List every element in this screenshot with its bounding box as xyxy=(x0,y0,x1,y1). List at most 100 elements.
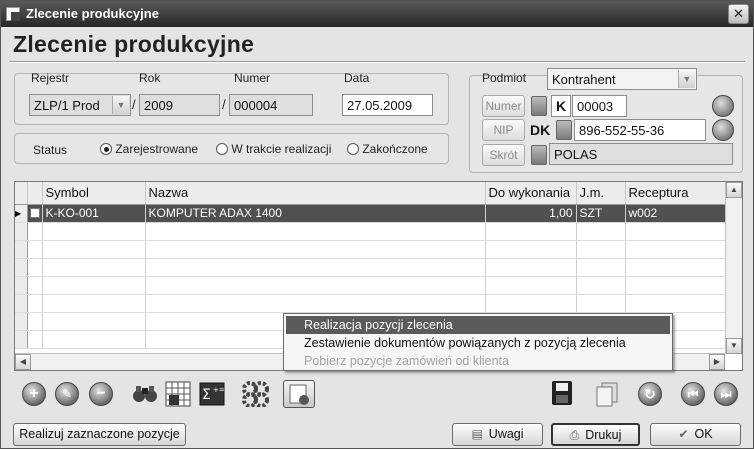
cell-nazwa: KOMPUTER ADAX 1400 xyxy=(145,204,486,223)
table-header-row: Symbol Nazwa Do wykonania J.m. Receptura xyxy=(15,182,728,205)
table-row[interactable]: ▶ K-KO-001 KOMPUTER ADAX 1400 1,00 SZT w… xyxy=(15,204,728,223)
numer-field[interactable]: 000004 xyxy=(229,94,313,116)
context-menu: Realizacja pozycji zlecenia Zestawienie … xyxy=(283,313,673,371)
printer-icon: ⎙ xyxy=(569,428,580,442)
empty-cell xyxy=(145,240,486,259)
row-indicator: ▶ xyxy=(15,204,28,223)
empty-cell xyxy=(27,276,43,295)
document-menu-icon[interactable] xyxy=(283,380,315,408)
empty-cell xyxy=(576,222,626,241)
checkbox-icon[interactable] xyxy=(29,208,40,218)
radio-in-progress[interactable] xyxy=(216,143,228,155)
radio-completed[interactable] xyxy=(347,143,359,155)
empty-cell xyxy=(625,222,728,241)
column-header-nazwa[interactable]: Nazwa xyxy=(145,182,486,205)
nip-button[interactable]: NIP xyxy=(482,119,525,141)
column-header-receptura[interactable]: Receptura xyxy=(625,182,728,205)
podmiot-type-select[interactable]: Kontrahent ▼ xyxy=(547,68,697,90)
window: Zlecenie produkcyjne ✕ Zlecenie produkcy… xyxy=(0,0,754,449)
nip-field[interactable]: 896-552-55-36 xyxy=(574,119,706,141)
rejestr-select[interactable]: ZLP/1 Prod ▼ xyxy=(29,94,131,116)
lookup-icon[interactable] xyxy=(531,96,547,116)
realize-selected-button[interactable]: Realizuj zaznaczone pozycje xyxy=(13,423,186,446)
menu-item-zestawienie[interactable]: Zestawienie dokumentów powiązanych z poz… xyxy=(286,334,670,352)
empty-cell xyxy=(42,276,146,295)
empty-cell xyxy=(576,258,626,277)
rejestr-value: ZLP/1 Prod xyxy=(34,98,100,113)
prev-icon[interactable]: ⏮ xyxy=(681,382,705,406)
empty-cell xyxy=(576,240,626,259)
empty-cell xyxy=(625,294,728,313)
rok-label: Rok xyxy=(139,71,161,85)
skrot-button[interactable]: Skrót xyxy=(482,144,525,166)
empty-row xyxy=(15,294,728,313)
notes-button[interactable]: ▤ Uwagi xyxy=(452,423,543,446)
scroll-down-icon[interactable]: ▼ xyxy=(726,338,742,354)
close-button[interactable]: ✕ xyxy=(728,4,749,24)
copy-icon[interactable] xyxy=(593,381,621,407)
chevron-down-icon[interactable]: ▼ xyxy=(678,70,695,88)
cell-receptura: w002 xyxy=(625,204,728,223)
add-icon[interactable]: + xyxy=(22,382,46,406)
status-option-label: Zarejestrowane xyxy=(115,142,199,156)
empty-cell xyxy=(15,258,28,277)
lookup-icon[interactable] xyxy=(531,145,547,165)
empty-cell xyxy=(576,294,626,313)
separator-slash: / xyxy=(222,97,226,112)
save-icon[interactable] xyxy=(551,380,573,406)
column-header-jm[interactable]: J.m. xyxy=(576,182,626,205)
empty-cell xyxy=(27,312,43,331)
calculator-grid-icon[interactable] xyxy=(165,381,191,407)
empty-cell xyxy=(485,222,577,241)
numer-button[interactable]: Numer xyxy=(482,95,525,117)
header-checkbox-cell xyxy=(27,182,43,205)
empty-row xyxy=(15,258,728,277)
skrot-field[interactable]: POLAS xyxy=(549,143,733,165)
globe-icon[interactable] xyxy=(712,119,734,141)
empty-cell xyxy=(485,276,577,295)
gears-icon[interactable] xyxy=(242,381,270,408)
svg-text:+=: += xyxy=(213,386,225,394)
status-option-registered[interactable]: Zarejestrowane xyxy=(100,142,198,156)
empty-cell xyxy=(15,222,28,241)
empty-cell xyxy=(15,330,28,349)
vertical-scrollbar[interactable]: ▲ ▼ xyxy=(725,182,742,354)
chevron-down-icon[interactable]: ▼ xyxy=(112,96,129,114)
column-header-symbol[interactable]: Symbol xyxy=(42,182,146,205)
row-checkbox[interactable] xyxy=(27,204,43,223)
status-option-label: Zakończone xyxy=(362,142,428,156)
kontrahent-number-field[interactable]: 00003 xyxy=(572,95,627,117)
empty-cell xyxy=(27,258,43,277)
menu-item-pobierz: Pobierz pozycje zamówień od klienta xyxy=(304,354,509,368)
menu-item-realizacja[interactable]: Realizacja pozycji zlecenia xyxy=(286,316,670,334)
delete-icon[interactable]: − xyxy=(89,382,113,406)
ok-button[interactable]: ✔ OK xyxy=(650,423,741,446)
status-option-in-progress[interactable]: W trakcie realizacji xyxy=(216,142,331,156)
edit-icon[interactable]: ✎ xyxy=(55,382,79,406)
nip-type-letter: DK xyxy=(529,119,551,141)
scroll-up-icon[interactable]: ▲ xyxy=(726,182,742,198)
empty-cell xyxy=(15,240,28,259)
empty-cell xyxy=(625,258,728,277)
scroll-left-icon[interactable]: ◀ xyxy=(15,354,31,370)
empty-cell xyxy=(27,222,43,241)
empty-cell xyxy=(485,240,577,259)
print-button[interactable]: ⎙ Drukuj xyxy=(551,423,640,446)
status-option-completed[interactable]: Zakończone xyxy=(347,142,428,156)
print-label: Drukuj xyxy=(585,428,622,442)
refresh-icon[interactable]: ↻ xyxy=(638,382,662,406)
page-title: Zlecenie produkcyjne xyxy=(13,31,255,57)
header-indicator-cell xyxy=(15,182,28,205)
date-field[interactable]: 27.05.2009 xyxy=(342,94,433,116)
sum-icon[interactable]: Σ += xyxy=(199,382,225,406)
scroll-right-icon[interactable]: ▶ xyxy=(709,354,725,370)
binoculars-icon[interactable] xyxy=(132,384,158,404)
rok-field[interactable]: 2009 xyxy=(139,94,220,116)
radio-registered[interactable] xyxy=(100,143,112,155)
column-header-do-wykonania[interactable]: Do wykonania xyxy=(485,182,577,205)
window-title: Zlecenie produkcyjne xyxy=(26,6,159,21)
lookup-icon[interactable] xyxy=(556,120,572,140)
next-icon[interactable]: ⏭ xyxy=(714,382,738,406)
empty-cell xyxy=(42,258,146,277)
search-globe-icon[interactable] xyxy=(712,95,734,117)
